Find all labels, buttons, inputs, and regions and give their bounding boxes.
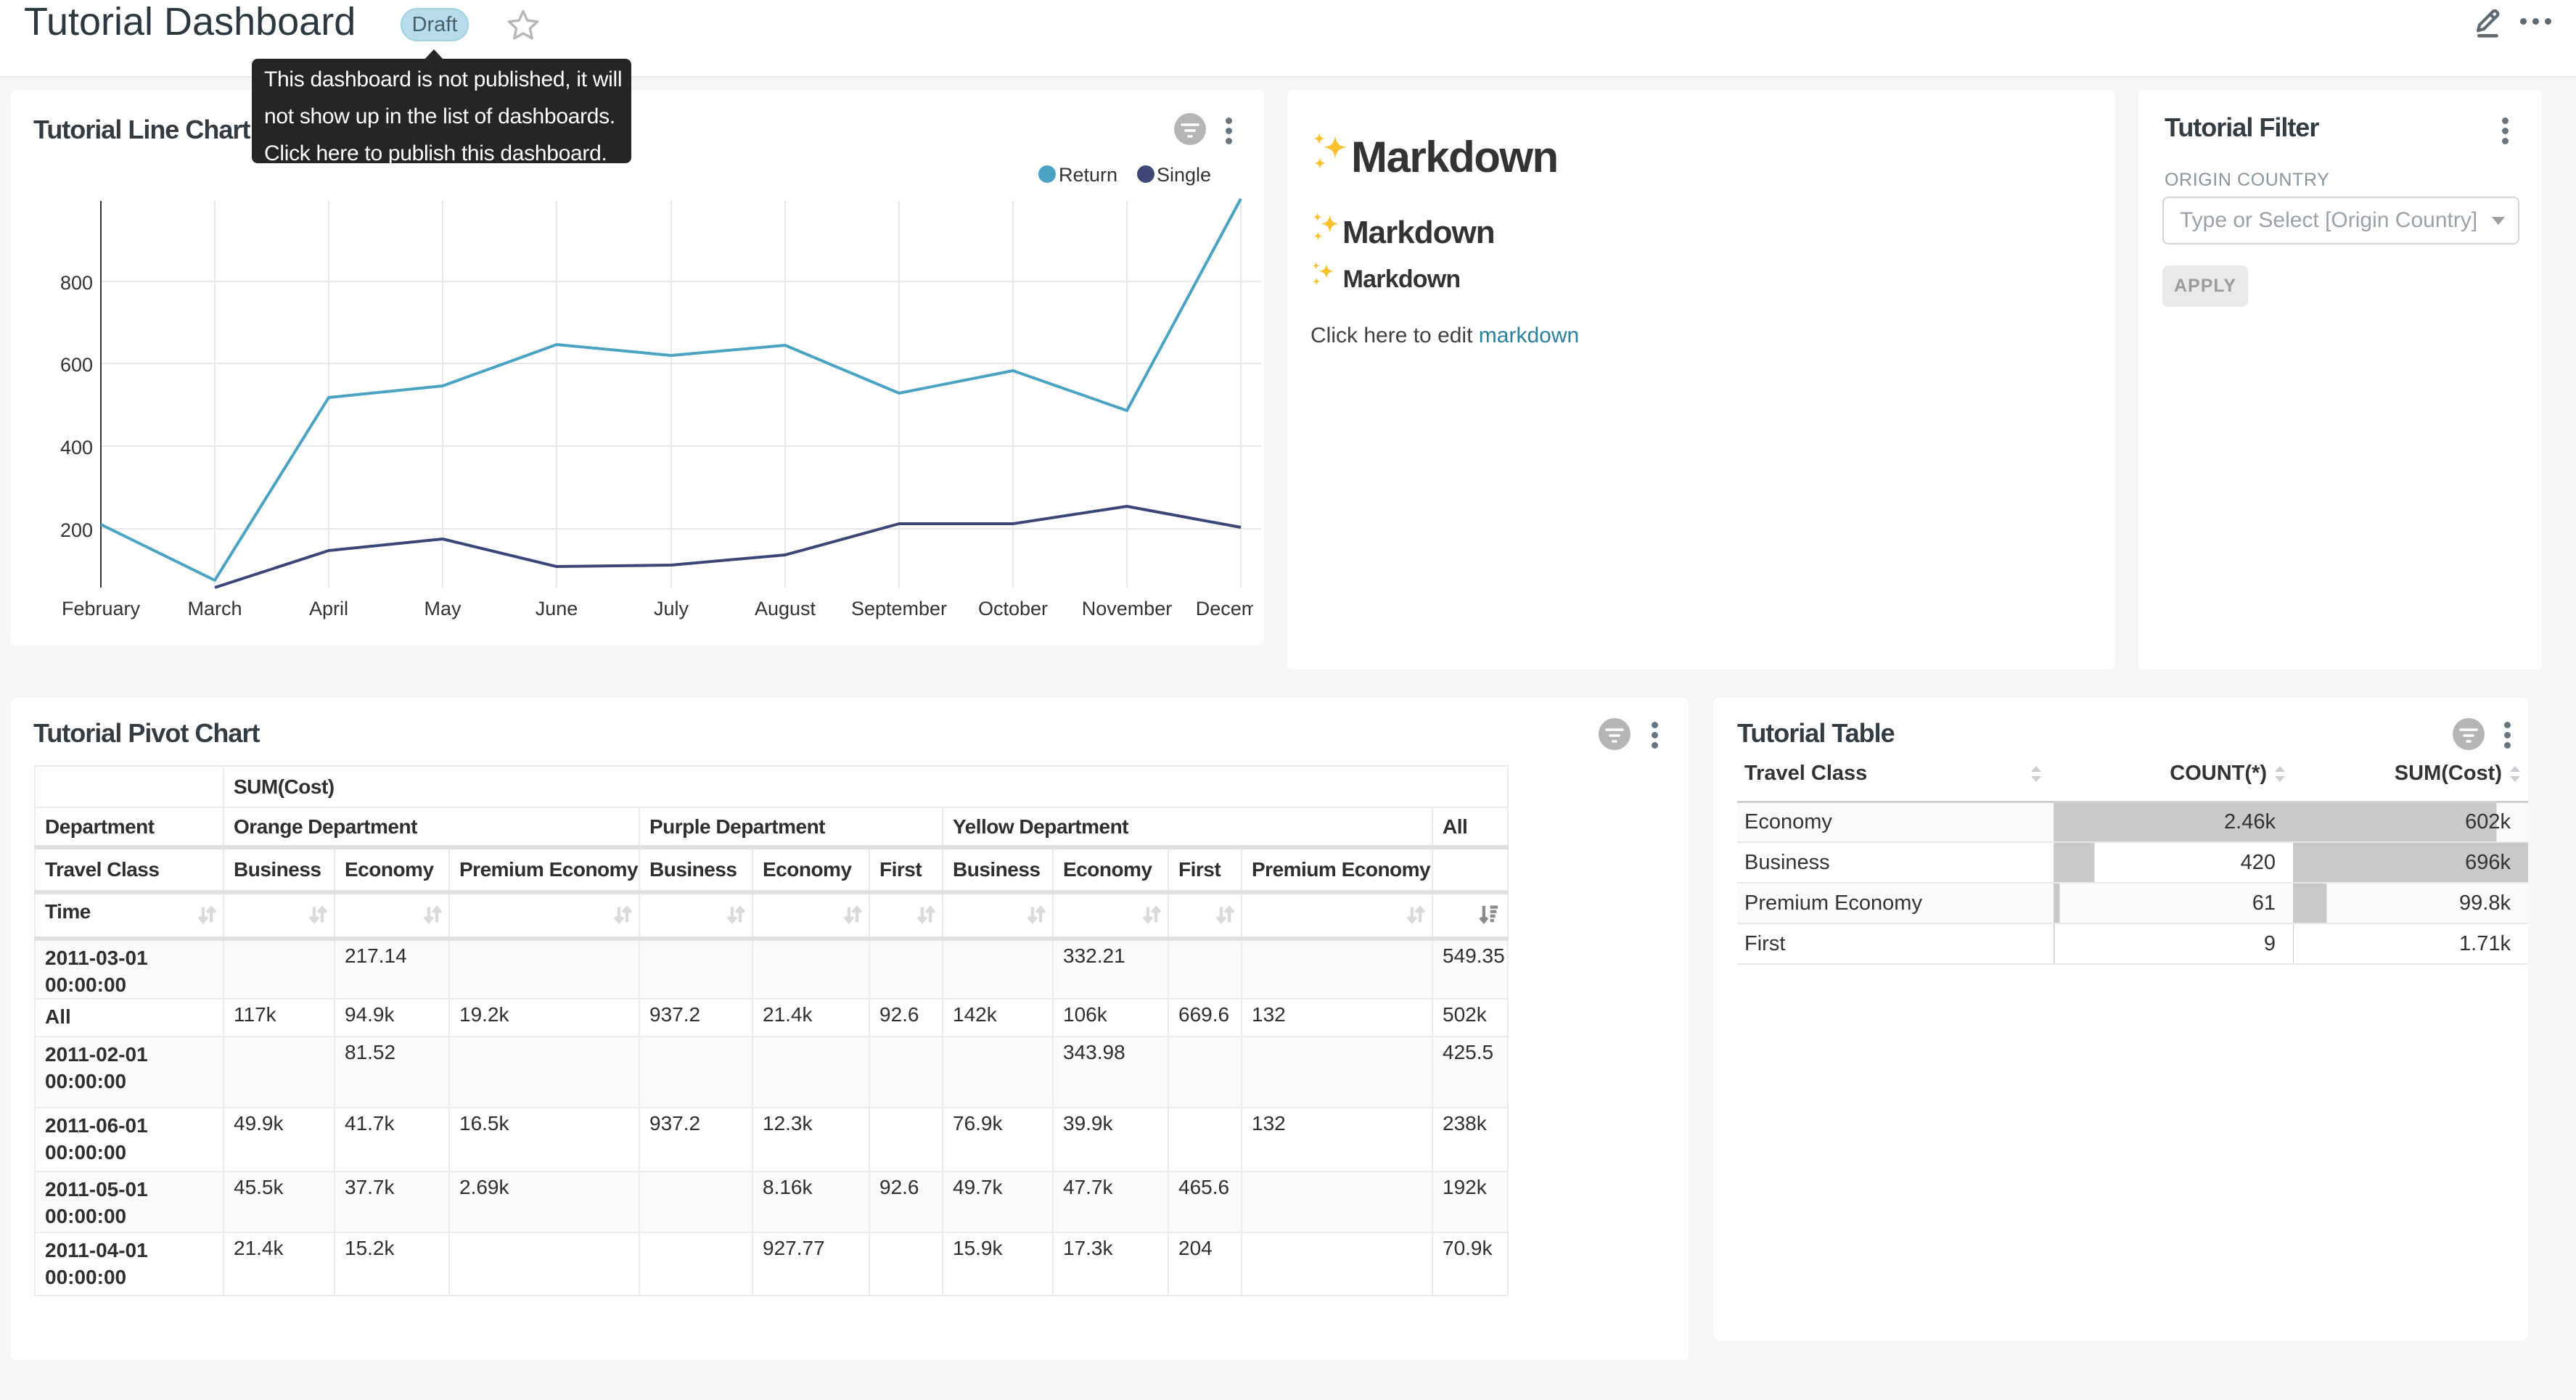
svg-text:June: June xyxy=(536,598,578,619)
svg-text:May: May xyxy=(424,598,462,619)
svg-text:February: February xyxy=(62,598,141,619)
svg-text:Return: Return xyxy=(1059,164,1117,186)
svg-text:October: October xyxy=(978,598,1048,619)
svg-text:November: November xyxy=(1082,598,1173,619)
svg-text:600: 600 xyxy=(60,354,93,376)
svg-text:July: July xyxy=(654,598,689,619)
svg-text:December: December xyxy=(1196,598,1264,619)
svg-text:800: 800 xyxy=(60,272,93,294)
svg-text:March: March xyxy=(187,598,242,619)
svg-text:200: 200 xyxy=(60,519,93,541)
svg-text:August: August xyxy=(755,598,816,619)
svg-text:Single: Single xyxy=(1157,164,1211,186)
svg-text:September: September xyxy=(851,598,947,619)
svg-text:400: 400 xyxy=(60,437,93,458)
svg-text:April: April xyxy=(309,598,348,619)
